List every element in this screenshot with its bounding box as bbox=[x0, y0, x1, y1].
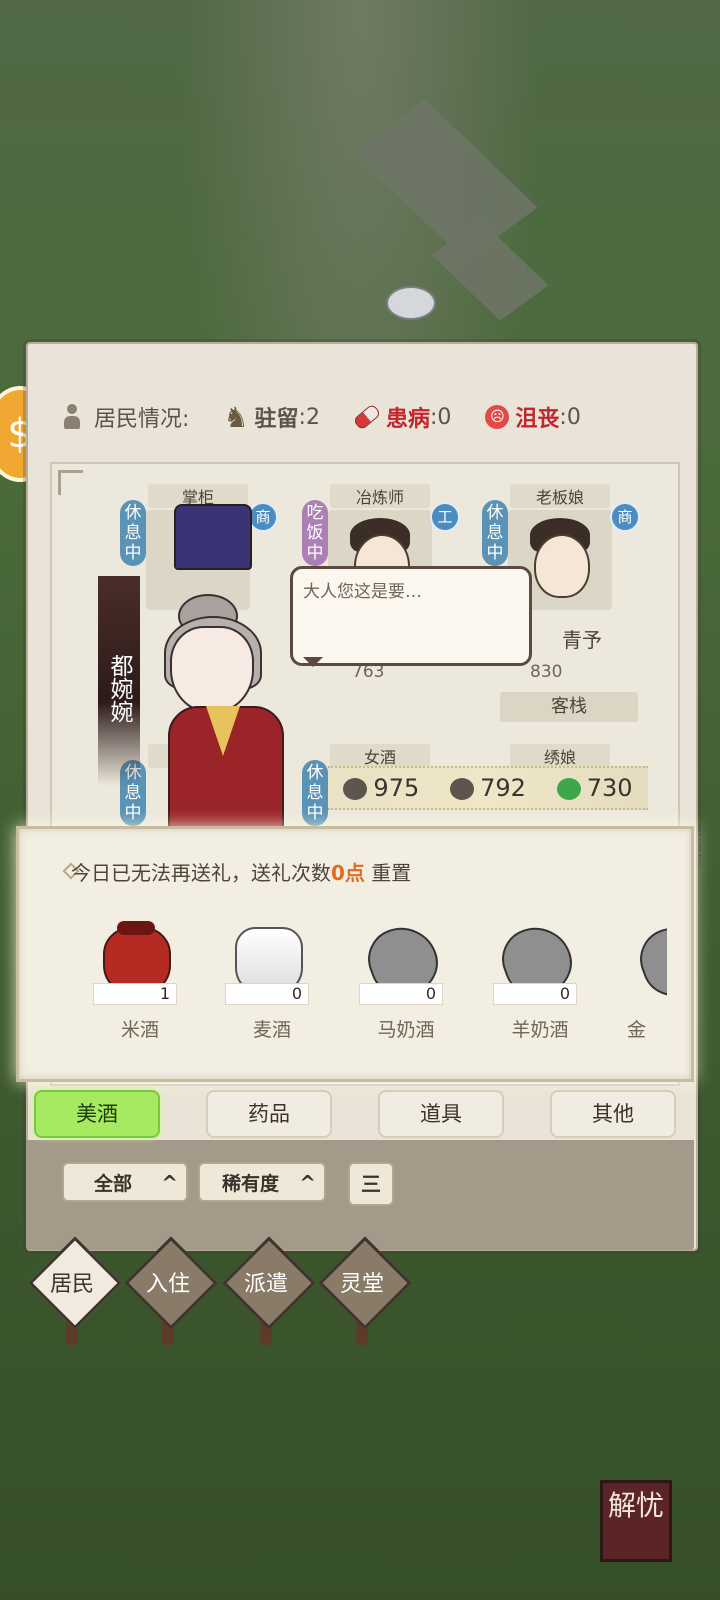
gift-item-name: 马奶酒 bbox=[377, 1019, 435, 1041]
resident-state-tag: 休息中 bbox=[120, 500, 146, 566]
filter-rarity-dropdown[interactable]: 稀有度 ^ bbox=[198, 1162, 326, 1202]
gift-item-count: 0 bbox=[359, 983, 443, 1005]
gift-item-name: 米酒 bbox=[120, 1019, 159, 1041]
coin-icon[interactable] bbox=[386, 286, 436, 320]
character-name-banner: 都婉婉 bbox=[98, 576, 140, 786]
gift-item-count: 0 bbox=[493, 983, 577, 1005]
reset-highlight: 0点 bbox=[331, 861, 365, 885]
gold-wine-flask-icon bbox=[631, 921, 667, 1005]
horse-icon: ♞ bbox=[223, 400, 249, 434]
resident-state-tag: 吃饭中 bbox=[302, 500, 328, 566]
workplace-button[interactable]: 客栈 bbox=[500, 692, 638, 722]
resident-job-title: 女酒 bbox=[330, 744, 430, 768]
worker-badge-icon: 工 bbox=[430, 502, 460, 532]
resource-a: 975 bbox=[343, 774, 419, 802]
nav-memorial-hall[interactable]: 灵堂 bbox=[318, 1236, 412, 1346]
nav-dispatch[interactable]: 派遣 bbox=[222, 1236, 316, 1346]
tab-medicine[interactable]: 药品 bbox=[206, 1090, 332, 1138]
gift-item-name: 金 bbox=[627, 1019, 647, 1041]
tab-other[interactable]: 其他 bbox=[550, 1090, 676, 1138]
gift-item[interactable]: 0 麦酒 bbox=[225, 921, 335, 1051]
nav-check-in[interactable]: 入住 bbox=[124, 1236, 218, 1346]
gift-item-count: 0 bbox=[225, 983, 309, 1005]
resident-job-title: 老板娘 bbox=[510, 484, 610, 508]
resident-favor-value: 830 bbox=[530, 662, 563, 682]
leaf-icon bbox=[556, 778, 581, 800]
resident-job-title: 绣娘 bbox=[510, 744, 610, 768]
resident-status-label: 居民情况: bbox=[94, 407, 190, 432]
sad-label: 沮丧 bbox=[515, 407, 560, 432]
relief-seal-button[interactable]: 解忧 bbox=[600, 1480, 672, 1562]
sort-order-button[interactable]: 三 bbox=[348, 1162, 394, 1206]
resident-state-tag: 休息中 bbox=[482, 500, 508, 566]
sad-face-icon: ☹ bbox=[485, 405, 510, 429]
sad-stat: ☹ 沮丧 :0 bbox=[485, 401, 581, 433]
charm-icon bbox=[343, 778, 368, 800]
gift-item[interactable]: 0 羊奶酒 bbox=[493, 917, 603, 1051]
corner-ornament bbox=[58, 470, 83, 495]
resident-status-row: 居民情况: ♞ 驻留 :2 患病 :0 ☹ 沮丧 :0 bbox=[28, 392, 696, 442]
tab-tools[interactable]: 道具 bbox=[378, 1090, 504, 1138]
resource-c: 730 bbox=[556, 774, 633, 802]
gift-item-name: 羊奶酒 bbox=[511, 1019, 569, 1041]
speech-bubble: 大人您这是要… bbox=[290, 566, 532, 667]
gift-limit-message: 今日已无法再送礼，送礼次数0点 重置 bbox=[71, 861, 412, 885]
resident-name: 青予 bbox=[562, 628, 602, 652]
stay-value: :2 bbox=[298, 404, 320, 430]
person-icon bbox=[62, 404, 82, 430]
pill-icon bbox=[352, 403, 382, 431]
character-resources-bar: 975 792 730 bbox=[328, 766, 648, 810]
sick-stat: 患病 :0 bbox=[352, 401, 452, 433]
gift-item[interactable]: 金 bbox=[627, 921, 667, 1051]
gift-popup: 今日已无法再送礼，送礼次数0点 重置 1 米酒 0 麦酒 0 马奶酒 0 羊奶酒… bbox=[16, 826, 694, 1082]
tab-fine-wine[interactable]: 美酒 bbox=[34, 1090, 160, 1138]
chevron-up-icon: ^ bbox=[161, 1171, 178, 1195]
gift-item[interactable]: 1 米酒 bbox=[93, 921, 203, 1051]
stay-stat: ♞ 驻留 :2 bbox=[223, 401, 320, 434]
sick-value: :0 bbox=[429, 404, 452, 430]
sick-label: 患病 bbox=[385, 407, 430, 432]
stay-label: 驻留 bbox=[254, 407, 299, 432]
resident-state-tag: 休息中 bbox=[302, 760, 328, 826]
chevron-up-icon: ^ bbox=[299, 1171, 316, 1195]
character-hat bbox=[174, 504, 252, 570]
nav-residents[interactable]: 居民 bbox=[28, 1236, 122, 1346]
character-portrait bbox=[146, 504, 296, 830]
gift-item[interactable]: 0 马奶酒 bbox=[359, 917, 469, 1051]
heart-icon bbox=[450, 778, 475, 800]
sad-value: :0 bbox=[559, 404, 581, 430]
gift-item-count: 1 bbox=[93, 983, 177, 1005]
sort-icon: 三 bbox=[361, 1172, 381, 1196]
portrait-face bbox=[534, 534, 590, 598]
merchant-badge-icon: 商 bbox=[610, 502, 640, 532]
gift-item-name: 麦酒 bbox=[252, 1019, 291, 1041]
filter-all-dropdown[interactable]: 全部 ^ bbox=[62, 1162, 188, 1202]
character-face bbox=[170, 626, 254, 714]
merchant-badge-icon: 商 bbox=[248, 502, 278, 532]
resident-job-title: 冶炼师 bbox=[330, 484, 430, 508]
resource-b: 792 bbox=[450, 774, 526, 802]
